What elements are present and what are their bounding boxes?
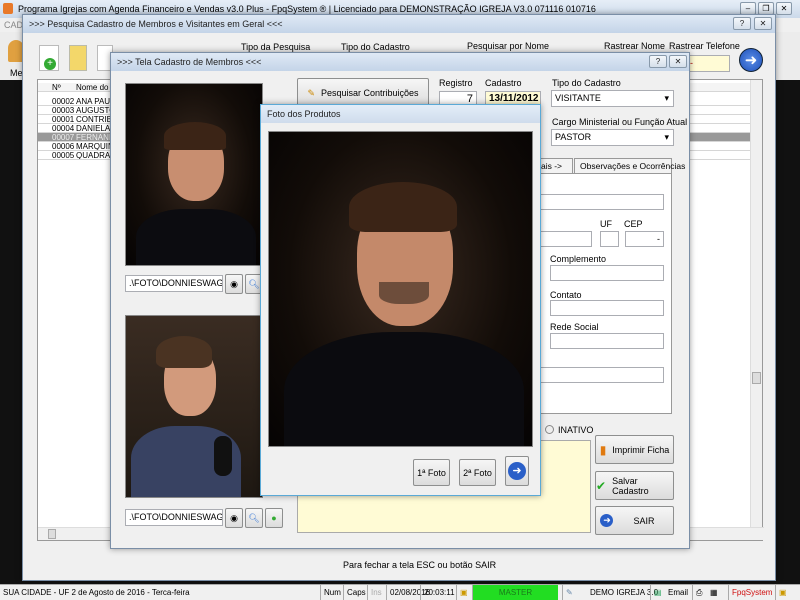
tab-panel: UF CEP - Complemento Contato Rede Social bbox=[529, 173, 672, 414]
rastrear-nome-label: Rastrear Nome bbox=[604, 41, 666, 51]
cargo-select[interactable]: PASTOR bbox=[551, 129, 674, 146]
status-time: 20:03:11 bbox=[420, 585, 458, 600]
uf-label: UF bbox=[600, 219, 612, 229]
vertical-scrollbar[interactable] bbox=[750, 80, 762, 528]
search-window-title-bar: >>> Pesquisa Cadastro de Membros e Visit… bbox=[23, 15, 775, 33]
contato-input[interactable] bbox=[550, 300, 664, 316]
enlarged-photo bbox=[268, 131, 533, 447]
tipo-pesquisa-label: Tipo da Pesquisa bbox=[241, 42, 311, 52]
network-icon[interactable]: ▦ bbox=[707, 585, 721, 600]
imprimir-label: Imprimir Ficha bbox=[612, 444, 670, 455]
sair-label: SAIR bbox=[633, 515, 655, 526]
tab-observacoes[interactable]: Observações e Ocorrências bbox=[574, 158, 685, 173]
cep-label: CEP bbox=[624, 219, 643, 229]
print-person-icon: ▮ bbox=[599, 442, 607, 457]
search-photo-button-2[interactable]: 🔍︎ bbox=[245, 508, 263, 528]
member-window-title-bar: >>> Tela Cadastro de Membros <<< ? ✕ bbox=[111, 53, 689, 71]
member-window-title: >>> Tela Cadastro de Membros <<< bbox=[117, 57, 262, 67]
inativo-radio[interactable] bbox=[545, 425, 554, 434]
foto1-button[interactable]: 1ª Foto bbox=[413, 459, 450, 486]
next-photo-button[interactable]: ➜ bbox=[505, 456, 529, 486]
user-icon: ▣ bbox=[456, 585, 471, 600]
foto2-button[interactable]: 2ª Foto bbox=[459, 459, 496, 486]
photo1-path-input[interactable]: .\FOTO\DONNIESWAGGART1 bbox=[125, 275, 223, 292]
telefone-input[interactable]: - bbox=[686, 55, 730, 72]
contato-label: Contato bbox=[550, 290, 582, 300]
photo-dialog: Foto dos Produtos 1ª Foto 2ª Foto ➜ bbox=[260, 104, 541, 496]
help-button[interactable]: ? bbox=[733, 17, 751, 30]
status-caps: Caps bbox=[343, 585, 369, 600]
row-number: 00002 bbox=[52, 97, 75, 106]
tipo-cadastro-select[interactable]: VISITANTE bbox=[551, 90, 674, 107]
photo2-path-input[interactable]: .\FOTO\DONNIESWAGGART2 bbox=[125, 509, 223, 526]
status-location: SUA CIDADE - UF 2 de Agosto de 2016 - Te… bbox=[3, 588, 190, 597]
close-button[interactable]: ✕ bbox=[776, 2, 792, 15]
imprimir-ficha-button[interactable]: ▮ Imprimir Ficha bbox=[595, 435, 674, 464]
cidade-input[interactable] bbox=[534, 231, 592, 247]
member-photo-1 bbox=[125, 83, 263, 266]
tipo-cadastro-label: Tipo do Cadastro bbox=[552, 78, 621, 88]
pesquisar-nome-label: Pesquisar por Nome bbox=[467, 41, 550, 51]
status-num: Num bbox=[320, 585, 344, 600]
edit-icon[interactable] bbox=[69, 45, 87, 71]
status-bar: SUA CIDADE - UF 2 de Agosto de 2016 - Te… bbox=[0, 584, 800, 600]
sair-button[interactable]: ➜ SAIR bbox=[595, 506, 674, 535]
endereco-input[interactable] bbox=[534, 194, 664, 210]
tipo-cadastro-label: Tipo do Cadastro bbox=[341, 42, 410, 52]
row-number: 00001 bbox=[52, 115, 75, 124]
cargo-label: Cargo Ministerial ou Função Atual bbox=[552, 117, 688, 127]
arrow-right-icon: ➜ bbox=[508, 462, 526, 480]
tray-icon: ▣ bbox=[775, 585, 790, 600]
row-number: 00005 bbox=[52, 151, 75, 160]
photo-dialog-title-bar: Foto dos Produtos bbox=[261, 105, 540, 123]
webcam-button-1[interactable]: ◉ bbox=[225, 274, 243, 294]
photo-dialog-title: Foto dos Produtos bbox=[267, 109, 341, 119]
row-number: 00003 bbox=[52, 106, 75, 115]
status-company: DEMO IGREJA 3.0 bbox=[590, 588, 659, 597]
uf-input[interactable] bbox=[600, 231, 619, 247]
col-number: Nº bbox=[52, 83, 61, 92]
member-photo-2 bbox=[125, 315, 263, 498]
help-button[interactable]: ? bbox=[649, 55, 667, 68]
status-user: MASTER bbox=[472, 585, 558, 600]
add-photo-button[interactable]: ● bbox=[265, 508, 283, 528]
rede-social-input[interactable] bbox=[550, 333, 664, 349]
complemento-label: Complemento bbox=[550, 254, 607, 264]
rastrear-telefone-label: Rastrear Telefone bbox=[669, 41, 740, 51]
status-ins: Ins bbox=[367, 585, 385, 600]
search-window-title: >>> Pesquisa Cadastro de Membros e Visit… bbox=[29, 19, 283, 29]
add-icon[interactable]: + bbox=[39, 45, 59, 71]
salvar-cadastro-button[interactable]: ✔ Salvar Cadastro bbox=[595, 471, 674, 500]
email-icon[interactable]: ▤ bbox=[650, 585, 665, 600]
app-title: Programa Igrejas com Agenda Financeiro e… bbox=[18, 4, 596, 14]
check-icon: ✔ bbox=[596, 478, 607, 493]
close-button[interactable]: ✕ bbox=[754, 17, 772, 30]
cep-input[interactable]: - bbox=[625, 231, 664, 247]
row-number: 00006 bbox=[52, 142, 75, 151]
cadastro-label: Cadastro bbox=[485, 78, 522, 88]
arrow-right-icon: ➜ bbox=[600, 514, 614, 527]
email-input[interactable] bbox=[534, 367, 664, 383]
pencil-icon: ✎ bbox=[307, 87, 315, 98]
row-number: 00007 bbox=[52, 133, 75, 142]
go-arrow-button[interactable]: ➜ bbox=[739, 48, 763, 72]
complemento-input[interactable] bbox=[550, 265, 664, 281]
inativo-label: INATIVO bbox=[558, 425, 594, 435]
close-hint: Para fechar a tela ESC ou botão SAIR bbox=[343, 560, 497, 570]
app-icon bbox=[3, 3, 13, 14]
company-icon: ✎ bbox=[562, 585, 576, 600]
status-email[interactable]: Email bbox=[665, 585, 691, 600]
webcam-button-2[interactable]: ◉ bbox=[225, 508, 243, 528]
printer-icon[interactable]: ⎙ bbox=[692, 585, 705, 600]
salvar-label: Salvar Cadastro bbox=[612, 475, 649, 496]
close-button[interactable]: ✕ bbox=[669, 55, 687, 68]
rede-social-label: Rede Social bbox=[550, 322, 599, 332]
registro-label: Registro bbox=[439, 78, 473, 88]
row-number: 00004 bbox=[52, 124, 75, 133]
status-brand: FpqSystem bbox=[728, 585, 775, 600]
contrib-label: Pesquisar Contribuições bbox=[320, 88, 419, 98]
